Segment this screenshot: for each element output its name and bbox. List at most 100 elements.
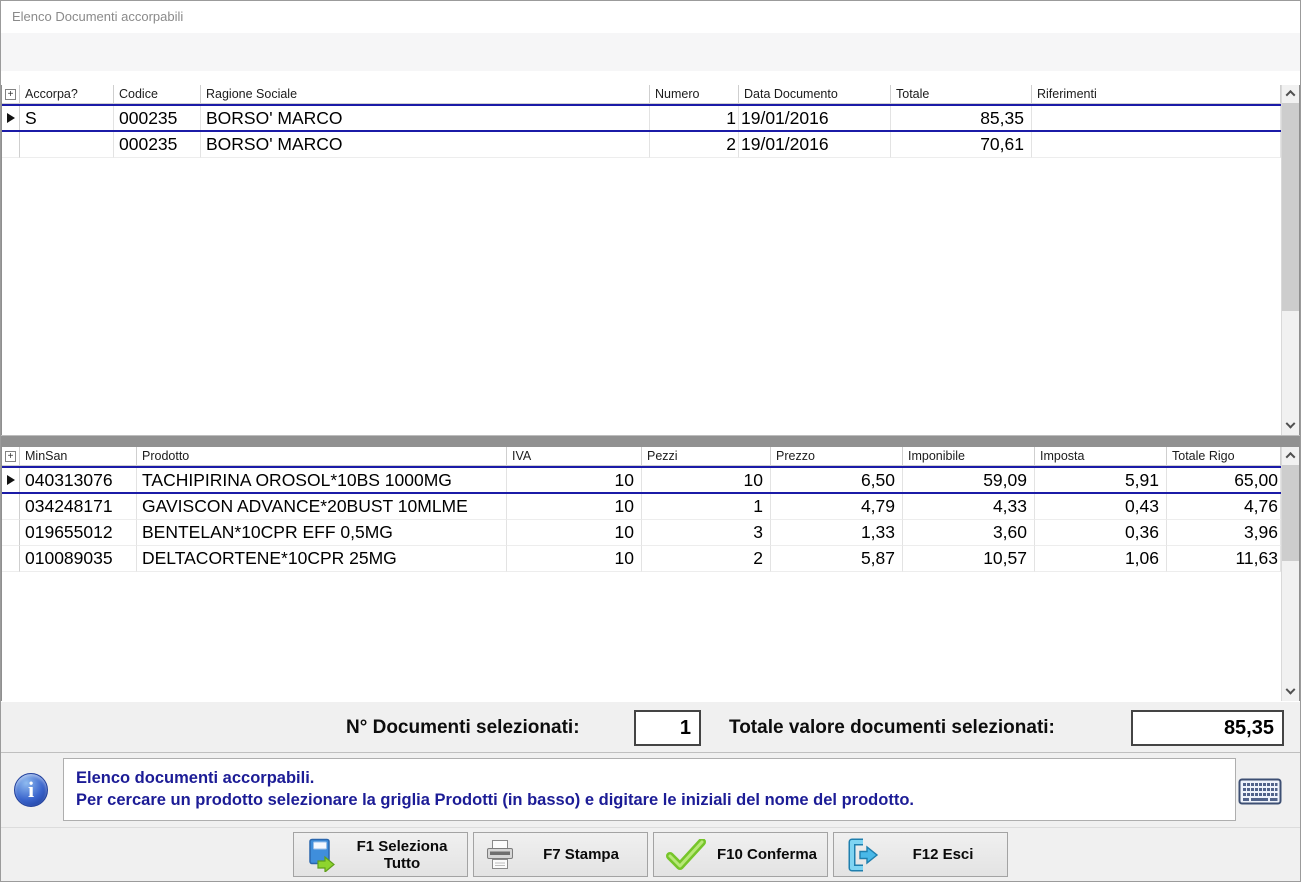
info-line-1: Elenco documenti accorpabili. [76,767,1223,789]
product-row[interactable]: 010089035 DELTACORTENE*10CPR 25MG 10 2 5… [2,546,1281,572]
col-totale-rigo[interactable]: Totale Rigo [1167,447,1281,466]
cell-numero: 1 [650,106,739,130]
cell-pezzi: 3 [642,520,771,546]
chevron-down-icon [1286,419,1296,429]
info-line-2: Per cercare un prodotto selezionare la g… [76,789,1223,811]
grid-splitter[interactable] [1,435,1300,447]
cell-imposta: 1,06 [1035,546,1167,572]
col-imponibile[interactable]: Imponibile [903,447,1035,466]
product-row[interactable]: 034248171 GAVISCON ADVANCE*20BUST 10MLME… [2,494,1281,520]
expand-all-cell[interactable] [2,447,20,466]
cell-ragione-sociale: BORSO' MARCO [201,132,650,158]
button-label: F7 Stampa [515,846,647,863]
scrollbar-thumb[interactable] [1282,465,1299,561]
chevron-up-icon [1286,90,1296,100]
col-minsan[interactable]: MinSan [20,447,137,466]
col-data-documento[interactable]: Data Documento [739,85,891,104]
button-label: F10 Conferma [707,846,827,863]
products-grid: MinSan Prodotto IVA Pezzi Prezzo Imponib… [1,447,1300,701]
cell-codice: 000235 [114,132,201,158]
f10-conferma-button[interactable]: F10 Conferma [653,832,828,877]
select-all-book-icon [305,838,337,872]
cell-accorpa: S [20,106,114,130]
keyboard-icon[interactable] [1238,776,1282,811]
cell-iva: 10 [507,468,642,492]
cell-numero: 2 [650,132,739,158]
summary-strip: N° Documenti selezionati: 1 Totale valor… [1,701,1300,753]
cell-prezzo: 6,50 [771,468,903,492]
f12-esci-button[interactable]: F12 Esci [833,832,1008,877]
f1-seleziona-tutto-button[interactable]: F1 Seleziona Tutto [293,832,468,877]
expand-all-cell[interactable] [2,85,20,104]
cell-riferimenti [1032,132,1281,158]
cell-totale-rigo: 3,96 [1167,520,1281,546]
col-prodotto[interactable]: Prodotto [137,447,507,466]
button-label: F12 Esci [879,846,1007,863]
cell-imposta: 0,43 [1035,494,1167,520]
cell-imposta: 5,91 [1035,468,1167,492]
chevron-up-icon [1286,452,1296,462]
chevron-down-icon [1286,685,1296,695]
cell-iva: 10 [507,494,642,520]
current-row-indicator [7,475,15,485]
cell-totale-rigo: 65,00 [1167,468,1281,492]
cell-minsan: 019655012 [20,520,137,546]
cell-pezzi: 2 [642,546,771,572]
cell-prodotto: TACHIPIRINA OROSOL*10BS 1000MG [137,468,507,492]
scroll-up-button[interactable] [1282,447,1299,464]
window-title: Elenco Documenti accorpabili [12,9,183,24]
title-bar: Elenco Documenti accorpabili [1,1,1300,33]
cell-totale: 85,35 [891,106,1032,130]
cell-prezzo: 5,87 [771,546,903,572]
col-riferimenti[interactable]: Riferimenti [1032,85,1281,104]
cell-riferimenti [1032,106,1281,130]
col-codice[interactable]: Codice [114,85,201,104]
cell-prodotto: GAVISCON ADVANCE*20BUST 10MLME [137,494,507,520]
col-accorpa[interactable]: Accorpa? [20,85,114,104]
col-numero[interactable]: Numero [650,85,739,104]
cell-totale-rigo: 11,63 [1167,546,1281,572]
selected-total-label: Totale valore documenti selezionati: [729,717,1055,739]
f7-stampa-button[interactable]: F7 Stampa [473,832,648,877]
cell-data-documento: 19/01/2016 [739,132,891,158]
expand-all-icon[interactable] [5,89,16,100]
current-row-indicator [7,113,15,123]
scroll-down-button[interactable] [1282,684,1299,701]
cell-iva: 10 [507,520,642,546]
cell-codice: 000235 [114,106,201,130]
col-iva[interactable]: IVA [507,447,642,466]
toolbar-strip [1,33,1300,71]
cell-totale: 70,61 [891,132,1032,158]
window: Elenco Documenti accorpabili Accorpa? Co… [0,0,1301,882]
cell-minsan: 010089035 [20,546,137,572]
col-totale[interactable]: Totale [891,85,1032,104]
expand-all-icon[interactable] [5,451,16,462]
confirm-check-icon [665,839,707,871]
scroll-up-button[interactable] [1282,85,1299,102]
cell-prezzo: 1,33 [771,520,903,546]
info-icon [14,773,48,807]
cell-pezzi: 10 [642,468,771,492]
cell-pezzi: 1 [642,494,771,520]
cell-prodotto: BENTELAN*10CPR EFF 0,5MG [137,520,507,546]
scroll-down-button[interactable] [1282,418,1299,435]
products-grid-header: MinSan Prodotto IVA Pezzi Prezzo Imponib… [2,447,1281,466]
selected-total-value: 85,35 [1131,710,1284,746]
scrollbar-thumb[interactable] [1282,103,1299,311]
document-row[interactable]: 000235 BORSO' MARCO 2 19/01/2016 70,61 [2,132,1281,158]
documents-grid-header: Accorpa? Codice Ragione Sociale Numero D… [2,85,1281,104]
col-ragione-sociale[interactable]: Ragione Sociale [201,85,650,104]
col-imposta[interactable]: Imposta [1035,447,1167,466]
cell-prezzo: 4,79 [771,494,903,520]
cell-data-documento: 19/01/2016 [739,106,891,130]
cell-ragione-sociale: BORSO' MARCO [201,106,650,130]
documents-vertical-scrollbar[interactable] [1281,85,1299,435]
col-pezzi[interactable]: Pezzi [642,447,771,466]
col-prezzo[interactable]: Prezzo [771,447,903,466]
document-row-selected[interactable]: S 000235 BORSO' MARCO 1 19/01/2016 85,35 [2,104,1281,132]
products-vertical-scrollbar[interactable] [1281,447,1299,701]
selected-docs-count: 1 [634,710,701,746]
cell-minsan: 040313076 [20,468,137,492]
product-row-selected[interactable]: 040313076 TACHIPIRINA OROSOL*10BS 1000MG… [2,466,1281,494]
product-row[interactable]: 019655012 BENTELAN*10CPR EFF 0,5MG 10 3 … [2,520,1281,546]
